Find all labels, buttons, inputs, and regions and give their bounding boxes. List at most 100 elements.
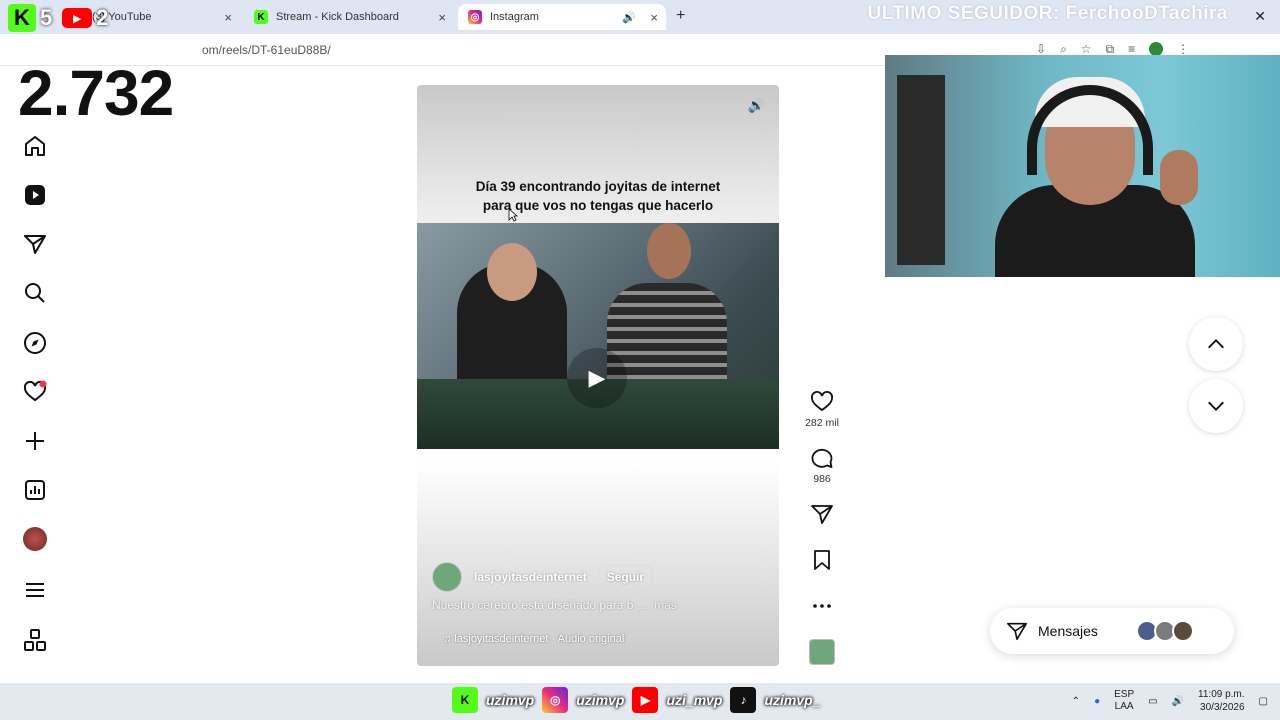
- last-follower-overlay: ULTIMO SEGUIDOR: FerchooDTachira: [867, 3, 1228, 24]
- heart-icon: [23, 380, 47, 402]
- social-handle: uzimvp: [486, 692, 535, 708]
- send-icon: [24, 235, 46, 254]
- nav-apps[interactable]: [22, 627, 48, 653]
- nav-profile[interactable]: [22, 526, 48, 552]
- youtube-logo: ▶: [62, 8, 93, 28]
- author-avatar[interactable]: [432, 562, 462, 592]
- comment-button[interactable]: 986: [800, 446, 844, 485]
- reel-author: lasjoyitasdeinternet Seguir: [432, 562, 653, 592]
- chevron-down-icon: [1208, 401, 1224, 411]
- send-icon: [1007, 622, 1027, 641]
- close-icon[interactable]: ×: [224, 10, 232, 25]
- close-icon[interactable]: ×: [438, 10, 446, 25]
- youtube-count: 2: [96, 5, 109, 30]
- window-close-button[interactable]: ✕: [1254, 8, 1266, 25]
- follow-button[interactable]: Seguir: [598, 565, 653, 589]
- youtube-icon[interactable]: ▶: [632, 687, 659, 713]
- social-handle: uzimvp: [576, 692, 625, 708]
- chevron-up-icon: [1208, 339, 1224, 349]
- volume-icon[interactable]: 🔊: [748, 97, 765, 114]
- plus-icon: [26, 432, 44, 450]
- play-icon[interactable]: ▶: [567, 348, 627, 408]
- author-handle[interactable]: lasjoyitasdeinternet: [474, 570, 587, 584]
- ellipsis-icon: [813, 604, 831, 608]
- webcam-overlay: [885, 55, 1280, 277]
- menu-icon: [26, 583, 44, 597]
- reel-audio[interactable]: ♫ lasjoyitasdeinternet · Audio original: [443, 633, 624, 645]
- nav-messages[interactable]: [22, 231, 48, 257]
- clock-time: 11:09 p.m.: [1198, 689, 1245, 700]
- url-field[interactable]: om/reels/DT-61euD88B/: [202, 43, 331, 57]
- next-reel-button[interactable]: [1189, 379, 1243, 433]
- windows-taskbar: K uzimvp ◎ uzimvp ▶ uzi_mvp ♪ uzimvp_ ⌃ …: [0, 683, 1280, 720]
- more-options-button[interactable]: [800, 594, 844, 618]
- mouse-cursor-icon: [508, 208, 518, 222]
- kick-count: 5: [40, 5, 53, 30]
- instagram-icon: ◎: [468, 10, 482, 24]
- taskbar-apps: K uzimvp ◎ uzimvp ▶ uzi_mvp ♪ uzimvp_: [452, 687, 825, 713]
- stream-counts-overlay: K 5 ▶ 2: [8, 4, 109, 32]
- nav-search[interactable]: [22, 280, 48, 306]
- kick-icon[interactable]: K: [452, 687, 478, 713]
- browser-tab-bar: ▶ (3) YouTube × K Stream - Kick Dashboar…: [0, 0, 1280, 34]
- reel-player[interactable]: 🔊 Día 39 encontrando joyitas de internet…: [417, 85, 779, 666]
- close-icon[interactable]: ×: [650, 10, 658, 25]
- more-link[interactable]: más: [654, 598, 677, 612]
- network-icon[interactable]: ▭: [1148, 696, 1157, 707]
- language-code: ESP: [1114, 689, 1135, 700]
- tab-instagram[interactable]: ◎ Instagram 🔊 ×: [458, 4, 666, 30]
- compass-icon: [24, 332, 46, 354]
- social-handle: uzimvp_: [764, 692, 821, 708]
- reel-video-frame[interactable]: ▶: [417, 223, 779, 449]
- bookmark-icon: [814, 550, 830, 570]
- like-button[interactable]: 282 mil: [800, 390, 844, 429]
- home-icon: [25, 136, 45, 156]
- description-text: Nuestro cerebro está diseñado para b ...: [432, 598, 647, 612]
- save-button[interactable]: [800, 548, 844, 572]
- search-icon: [25, 283, 45, 303]
- language-indicator[interactable]: ESP LAA: [1114, 689, 1134, 713]
- viewer-counter: 2.732: [18, 57, 174, 129]
- speaker-icon[interactable]: 🔊: [622, 11, 636, 24]
- reels-icon: [25, 185, 45, 205]
- chevron-up-icon[interactable]: ⌃: [1072, 696, 1080, 707]
- comment-icon: [811, 448, 833, 468]
- system-clock[interactable]: 11:09 p.m. 30/3/2026: [1198, 688, 1245, 714]
- nav-home[interactable]: [22, 133, 48, 159]
- profile-avatar[interactable]: [1149, 42, 1164, 56]
- chart-icon: [25, 480, 45, 500]
- kick-logo: K: [8, 4, 36, 32]
- nav-create[interactable]: [22, 428, 48, 454]
- audio-thumbnail[interactable]: [800, 639, 844, 665]
- new-tab-button[interactable]: +: [676, 7, 685, 25]
- messages-label: Mensajes: [1038, 623, 1098, 639]
- nav-explore[interactable]: [22, 330, 48, 356]
- notifications-icon[interactable]: ▢: [1259, 696, 1268, 707]
- keyboard-layout: LAA: [1114, 701, 1134, 712]
- nav-dashboard[interactable]: [22, 477, 48, 503]
- avatar: [1172, 620, 1194, 642]
- volume-icon[interactable]: 🔊: [1172, 696, 1184, 707]
- microphone-icon[interactable]: ●: [1094, 696, 1100, 707]
- nav-more[interactable]: [22, 577, 48, 603]
- webcam-background-door: [897, 75, 945, 265]
- tab-kick-dashboard[interactable]: K Stream - Kick Dashboard ×: [244, 4, 454, 30]
- tiktok-icon[interactable]: ♪: [730, 687, 757, 713]
- send-icon: [811, 505, 833, 524]
- nav-notifications[interactable]: [22, 379, 48, 405]
- share-button[interactable]: [800, 502, 844, 526]
- reel-caption: Día 39 encontrando joyitas de internet p…: [417, 177, 779, 215]
- message-avatars: [1136, 620, 1194, 642]
- messages-widget[interactable]: Mensajes: [990, 608, 1234, 654]
- reel-description: Nuestro cerebro está diseñado para b ...…: [432, 598, 677, 612]
- instagram-icon[interactable]: ◎: [542, 687, 569, 713]
- like-count: 282 mil: [805, 417, 839, 429]
- audio-thumbnail-image: [809, 639, 835, 665]
- comment-count: 986: [813, 473, 831, 485]
- nav-reels[interactable]: [22, 182, 48, 208]
- previous-reel-button[interactable]: [1189, 317, 1243, 371]
- avatar: [23, 527, 47, 551]
- social-handle: uzi_mvp: [666, 692, 723, 708]
- webcam-streamer-hand: [1160, 150, 1198, 205]
- apps-icon: [24, 629, 46, 651]
